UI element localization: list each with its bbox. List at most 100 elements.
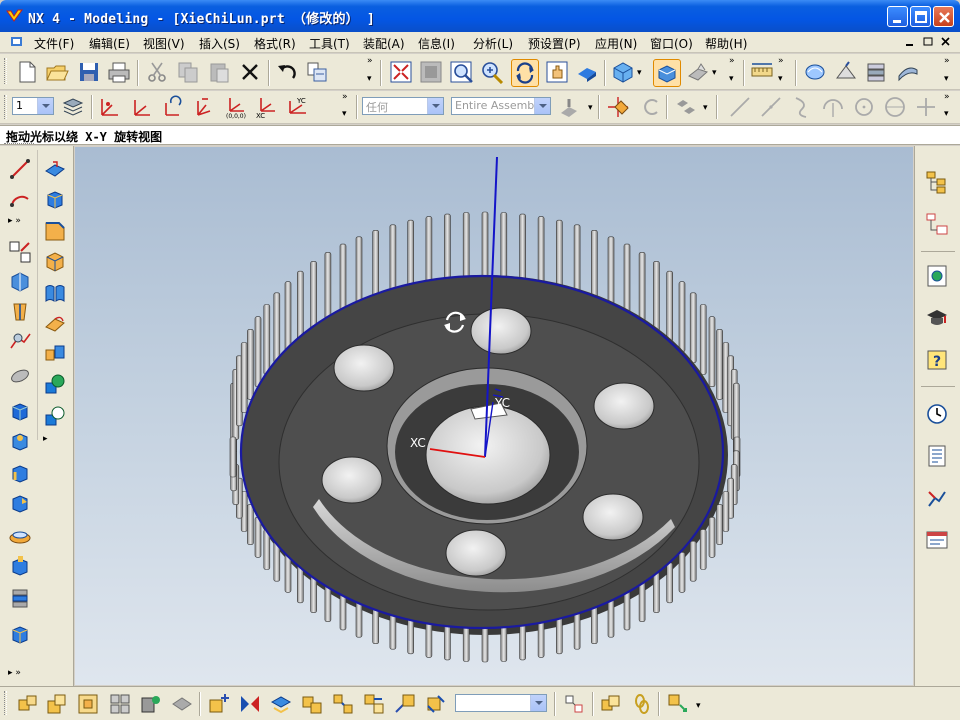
paste-icon[interactable] bbox=[207, 60, 231, 84]
fit-view-icon[interactable] bbox=[389, 60, 413, 84]
history-icon[interactable] bbox=[925, 402, 949, 426]
menu-help[interactable]: 帮助(H) bbox=[705, 35, 747, 52]
basic-line-icon[interactable] bbox=[8, 157, 32, 181]
graphics-window[interactable]: XC YC bbox=[75, 147, 913, 685]
background-icon[interactable] bbox=[686, 60, 710, 84]
close-button[interactable] bbox=[933, 6, 954, 27]
scope-select[interactable]: Entire Assemb bbox=[451, 97, 551, 115]
shell-icon[interactable] bbox=[43, 281, 67, 305]
spline-icon[interactable] bbox=[790, 95, 814, 119]
create-array-icon[interactable] bbox=[207, 692, 231, 716]
menu-info[interactable]: 信息(I) bbox=[418, 35, 455, 52]
sew-icon[interactable] bbox=[8, 622, 32, 646]
draft-icon[interactable] bbox=[43, 311, 67, 335]
menu-insert[interactable]: 插入(S) bbox=[199, 35, 240, 52]
reflection-analysis-icon[interactable] bbox=[896, 60, 920, 84]
menu-preferences[interactable]: 预设置(P) bbox=[528, 35, 581, 52]
menu-window[interactable]: 窗口(O) bbox=[650, 35, 693, 52]
menu-format[interactable]: 格式(R) bbox=[254, 35, 296, 52]
analysis-curve-icon[interactable] bbox=[803, 60, 827, 84]
auto-explode-icon[interactable] bbox=[393, 692, 417, 716]
assembly-sequence-icon[interactable] bbox=[300, 692, 324, 716]
explosion-select[interactable] bbox=[455, 694, 547, 712]
sketch-icon[interactable] bbox=[8, 240, 32, 264]
menu-application[interactable]: 应用(N) bbox=[595, 35, 637, 52]
zoom-in-out-icon[interactable] bbox=[480, 60, 504, 85]
arc-icon[interactable] bbox=[821, 95, 845, 119]
print-icon[interactable] bbox=[107, 60, 131, 84]
wcs-change-yc-icon[interactable]: YC bbox=[286, 95, 310, 119]
cone-icon[interactable] bbox=[8, 462, 32, 486]
replace-component-icon[interactable] bbox=[170, 692, 194, 716]
chamfer-icon[interactable] bbox=[43, 249, 67, 273]
delete-icon[interactable] bbox=[238, 60, 262, 84]
mirror-assembly-icon[interactable] bbox=[238, 692, 262, 716]
basic-arc-icon[interactable] bbox=[8, 187, 32, 211]
assembly-navigator-icon[interactable] bbox=[925, 170, 949, 194]
menu-analysis[interactable]: 分析(L) bbox=[473, 35, 513, 52]
mate-component-icon[interactable] bbox=[139, 692, 163, 716]
rotate-view-button[interactable] bbox=[511, 59, 539, 87]
roles-icon[interactable] bbox=[925, 528, 949, 552]
layer-settings-icon[interactable] bbox=[61, 95, 85, 119]
section-analysis-icon[interactable] bbox=[864, 60, 888, 84]
save-icon[interactable] bbox=[77, 60, 101, 84]
menu-assembly[interactable]: 装配(A) bbox=[363, 35, 405, 52]
line-icon[interactable] bbox=[728, 95, 752, 119]
assembly-constraints-icon[interactable] bbox=[666, 692, 690, 716]
tube-icon[interactable] bbox=[8, 364, 32, 388]
add-component-icon[interactable] bbox=[15, 692, 39, 716]
wcs-change-xc-icon[interactable]: XC bbox=[255, 95, 279, 120]
gear-model[interactable]: XC YC bbox=[75, 147, 913, 685]
extrude-icon[interactable] bbox=[8, 270, 32, 294]
internet-explorer-icon[interactable] bbox=[925, 264, 949, 288]
pan-view-icon[interactable] bbox=[545, 60, 569, 84]
block-icon[interactable] bbox=[8, 400, 32, 424]
circle-icon[interactable] bbox=[852, 95, 876, 119]
new-file-icon[interactable] bbox=[15, 60, 39, 84]
hole-icon[interactable] bbox=[8, 524, 32, 548]
help-icon[interactable]: ? bbox=[925, 348, 949, 372]
pad-icon[interactable] bbox=[8, 586, 32, 610]
boss-icon[interactable] bbox=[8, 554, 32, 578]
general-select-icon[interactable] bbox=[557, 95, 581, 119]
zoom-icon[interactable] bbox=[450, 60, 474, 84]
instance-icon[interactable] bbox=[43, 341, 67, 365]
reposition-icon[interactable] bbox=[108, 692, 132, 716]
redo-icon[interactable] bbox=[638, 95, 662, 119]
subtract-icon[interactable] bbox=[43, 404, 67, 428]
process-studio-icon[interactable] bbox=[925, 486, 949, 510]
system-materials-icon[interactable] bbox=[925, 444, 949, 468]
cut-icon[interactable] bbox=[145, 60, 169, 84]
selection-filter-select[interactable]: 任何 bbox=[362, 97, 444, 115]
hide-show-icon[interactable] bbox=[674, 95, 698, 119]
wcs-dynamic-icon[interactable] bbox=[98, 95, 122, 119]
unexplode-icon[interactable] bbox=[424, 692, 448, 716]
wcs-absolute-icon[interactable]: (0,0,0) bbox=[224, 95, 248, 120]
new-component-icon[interactable] bbox=[45, 692, 69, 716]
menu-view[interactable]: 视图(V) bbox=[143, 35, 185, 52]
trace-line-icon[interactable] bbox=[562, 692, 586, 716]
wcs-origin-icon[interactable] bbox=[130, 95, 154, 119]
maximize-button[interactable] bbox=[910, 6, 931, 27]
repeat-command-icon[interactable] bbox=[305, 60, 329, 84]
wcs-rotate-icon[interactable] bbox=[161, 95, 185, 119]
circle-point-icon[interactable] bbox=[883, 95, 907, 119]
shaded-display-button[interactable] bbox=[653, 59, 681, 87]
zoom-window-icon[interactable] bbox=[419, 60, 443, 84]
revolve-icon[interactable] bbox=[8, 300, 32, 324]
datum-plane-icon[interactable] bbox=[43, 157, 67, 181]
point-icon[interactable] bbox=[914, 95, 938, 119]
undo-icon[interactable] bbox=[275, 60, 299, 84]
minimize-button[interactable] bbox=[887, 6, 908, 27]
menu-edit[interactable]: 编辑(E) bbox=[89, 35, 130, 52]
sphere-icon[interactable] bbox=[8, 492, 32, 516]
link-icon[interactable] bbox=[630, 692, 654, 716]
interference-icon[interactable] bbox=[599, 692, 623, 716]
document-menu-icon[interactable] bbox=[10, 35, 24, 48]
view-orientation-icon[interactable] bbox=[611, 60, 635, 84]
edge-blend-icon[interactable] bbox=[43, 219, 67, 243]
menu-tools[interactable]: 工具(T) bbox=[309, 35, 350, 52]
wave-geometry-icon[interactable] bbox=[269, 692, 293, 716]
edit-explosion-icon[interactable] bbox=[362, 692, 386, 716]
